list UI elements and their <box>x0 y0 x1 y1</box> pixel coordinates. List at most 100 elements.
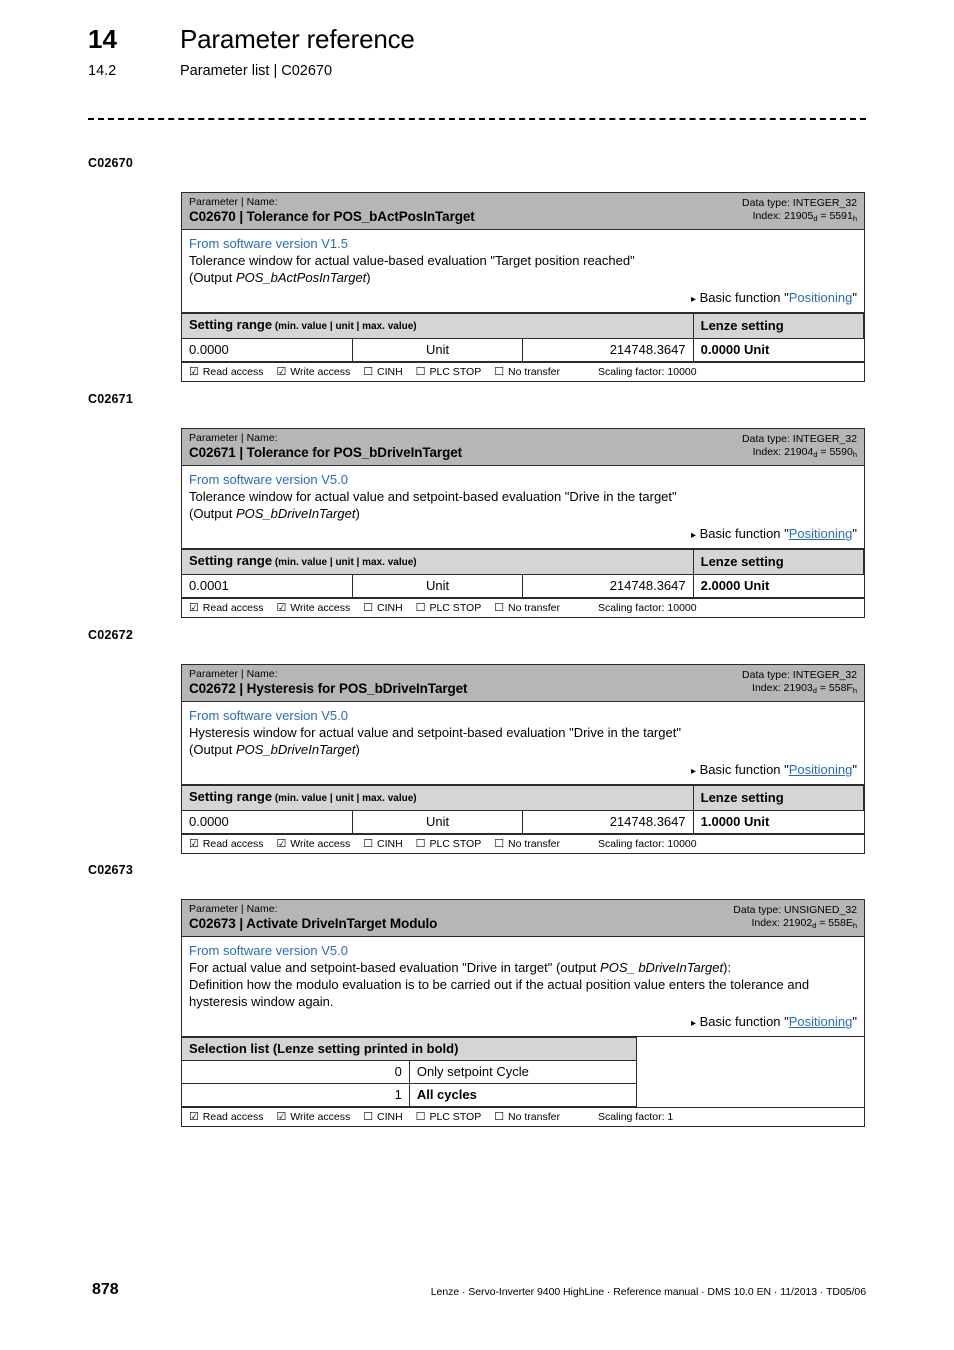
positioning-link[interactable]: Positioning <box>789 526 853 541</box>
access-read-access-label: Read access <box>202 602 264 614</box>
checked-checkbox-icon: ☑ <box>276 602 287 614</box>
selection-empty-cell <box>636 1037 864 1107</box>
setting-range-label: Setting range <box>189 789 273 804</box>
section-title: Parameter list | C02670 <box>180 63 333 79</box>
unchecked-checkbox-icon: ☐ <box>494 838 505 850</box>
basic-function-label: Basic function <box>699 762 785 777</box>
selection-code: 1 <box>182 1083 410 1107</box>
chapter-heading: 14 Parameter reference <box>88 24 415 55</box>
cross-reference: ▸ Basic function "Positioning" <box>189 525 857 544</box>
index-dec-subscript: d <box>813 450 818 459</box>
access-write-access-label: Write access <box>290 366 351 378</box>
triangle-right-icon: ▸ <box>690 294 696 305</box>
setting-range-header: Setting range (min. value | unit | max. … <box>182 785 694 811</box>
positioning-link[interactable]: Positioning <box>789 290 853 305</box>
description-area: From software version V5.0 Tolerance wind… <box>182 466 864 549</box>
access-plc-stop-label: PLC STOP <box>429 838 482 850</box>
access-write-access: ☑ Write access <box>277 1110 351 1124</box>
index-hex-subscript: h <box>852 686 857 695</box>
access-write-access-label: Write access <box>290 838 351 850</box>
access-no-transfer-label: No transfer <box>508 838 560 850</box>
description-output-line: (Output POS_bDriveInTarget) <box>189 505 857 522</box>
index-dec-subscript: d <box>812 686 817 695</box>
parameter-header: Parameter | Name: C02672 | Hysteresis for… <box>182 665 864 702</box>
parameter-box-c02670: Parameter | Name: C02670 | Tolerance for … <box>181 192 865 382</box>
triangle-right-icon: ▸ <box>690 766 696 777</box>
quote-close: " <box>852 526 857 541</box>
description-output-line: (Output POS_bDriveInTarget) <box>189 741 857 758</box>
description-line: Tolerance window for actual value-based … <box>189 253 635 268</box>
unit-value: Unit <box>351 338 524 362</box>
software-version: From software version V5.0 <box>189 943 348 958</box>
access-cinh: ☐ CINH <box>363 601 402 615</box>
quote-close: " <box>852 1014 857 1029</box>
parameter-header-right: Data type: INTEGER_32 Index: 21905d = 559… <box>742 197 857 225</box>
access-cinh-label: CINH <box>377 1111 403 1123</box>
scaling-factor: Scaling factor: 10000 <box>597 838 697 850</box>
output-suffix: ) <box>366 270 371 285</box>
basic-function-label: Basic function <box>699 1014 785 1029</box>
table-header-row: Setting range (min. value | unit | max. … <box>182 313 865 339</box>
triangle-right-icon: ▸ <box>690 530 696 541</box>
parameter-header-right: Data type: UNSIGNED_32 Index: 21902d = 55… <box>733 904 857 932</box>
basic-function-label: Basic function <box>699 526 785 541</box>
table-row: 0.0000 Unit 214748.3647 1.0000 Unit <box>182 810 864 834</box>
output-signal-name: POS_bActPosInTarget <box>235 270 367 285</box>
parameter-header-right: Data type: INTEGER_32 Index: 21904d = 559… <box>742 433 857 461</box>
checked-checkbox-icon: ☑ <box>189 838 199 850</box>
access-read-access: ☑ Read access <box>189 365 264 379</box>
footer-credit: Lenze · Servo-Inverter 9400 HighLine · R… <box>430 1286 866 1298</box>
access-cinh: ☐ CINH <box>363 1110 402 1124</box>
lenze-setting-value: 1.0000 Unit <box>692 810 864 834</box>
table-row: 0.0001 Unit 214748.3647 2.0000 Unit <box>182 574 864 598</box>
access-no-transfer: ☐ No transfer <box>494 837 560 851</box>
cross-reference: ▸ Basic function "Positioning" <box>189 761 857 780</box>
margin-label-c02671: C02671 <box>88 392 133 406</box>
description-line: Definition how the modulo evaluation is … <box>189 977 810 992</box>
max-value: 214748.3647 <box>522 574 694 598</box>
index: Index: 21905d = 5591h <box>752 210 857 223</box>
checked-checkbox-icon: ☑ <box>276 1111 287 1123</box>
cross-reference: ▸ Basic function "Positioning" <box>189 1013 857 1032</box>
selection-list-table: Selection list (Lenze setting printed in… <box>182 1037 864 1107</box>
unchecked-checkbox-icon: ☐ <box>363 1111 374 1123</box>
access-cinh-label: CINH <box>377 602 403 614</box>
index: Index: 21904d = 5590h <box>752 446 857 459</box>
cross-reference: ▸ Basic function "Positioning" <box>189 289 857 308</box>
data-type: Data type: INTEGER_32 <box>742 433 857 445</box>
positioning-link[interactable]: Positioning <box>789 1014 853 1029</box>
setting-range-note: (min. value | unit | max. value) <box>272 321 417 332</box>
checked-checkbox-icon: ☑ <box>189 1111 199 1123</box>
positioning-link[interactable]: Positioning <box>789 762 853 777</box>
min-value: 0.0000 <box>182 338 353 362</box>
triangle-right-icon: ▸ <box>690 1018 696 1029</box>
unchecked-checkbox-icon: ☐ <box>494 1111 505 1123</box>
software-version: From software version V1.5 <box>189 236 348 251</box>
lenze-setting-value: 2.0000 Unit <box>692 574 864 598</box>
setting-range-note: (min. value | unit | max. value) <box>272 793 417 804</box>
access-plc-stop: ☐ PLC STOP <box>416 1110 482 1124</box>
table-header-row: Setting range (min. value | unit | max. … <box>182 549 865 575</box>
unchecked-checkbox-icon: ☐ <box>363 366 374 378</box>
margin-label-c02672: C02672 <box>88 628 133 642</box>
table-header-row: Selection list (Lenze setting printed in… <box>182 1037 864 1107</box>
selection-label: All cycles <box>408 1083 638 1107</box>
access-write-access: ☑ Write access <box>277 837 351 851</box>
access-write-access: ☑ Write access <box>277 365 351 379</box>
access-no-transfer: ☐ No transfer <box>494 1110 560 1124</box>
access-write-access: ☑ Write access <box>277 601 351 615</box>
description-area: From software version V1.5 Tolerance wind… <box>182 230 864 313</box>
basic-function-label: Basic function <box>699 290 785 305</box>
selection-code: 0 <box>182 1060 410 1084</box>
parameter-box-c02673: Parameter | Name: C02673 | Activate Drive… <box>181 899 865 1127</box>
output-suffix: ) <box>355 742 360 757</box>
lenze-setting-header: Lenze setting <box>692 549 865 575</box>
description-line: hysteresis window again. <box>189 994 334 1009</box>
setting-range-header: Setting range (min. value | unit | max. … <box>182 549 694 575</box>
lenze-setting-value: 0.0000 Unit <box>692 338 864 362</box>
data-type: Data type: INTEGER_32 <box>742 669 857 681</box>
table-header-row: Setting range (min. value | unit | max. … <box>182 785 865 811</box>
index-dec-subscript: d <box>813 214 818 223</box>
unchecked-checkbox-icon: ☐ <box>363 838 374 850</box>
access-row: ☑ Read access ☑ Write access ☐ CINH ☐ PLC S… <box>182 834 864 853</box>
